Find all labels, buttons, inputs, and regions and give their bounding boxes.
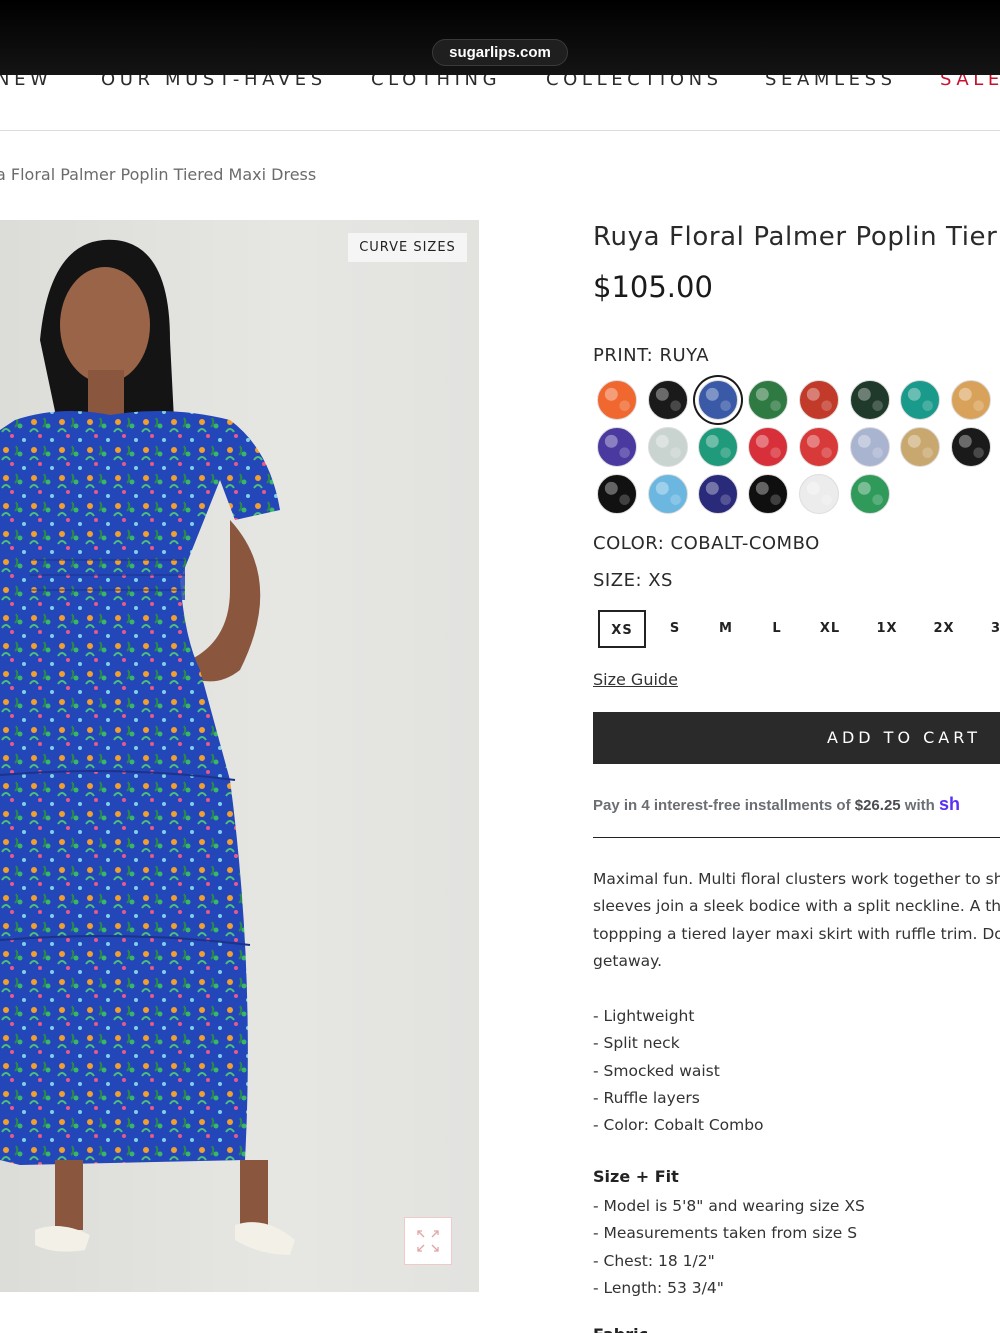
nav-item-collections[interactable]: COLLECTIONS: [546, 75, 723, 90]
print-swatch[interactable]: [597, 380, 637, 420]
description-line: Maximal fun. Multi floral clusters work …: [593, 870, 1000, 888]
size-option-m[interactable]: M: [702, 610, 750, 648]
expand-icon: [417, 1230, 439, 1252]
product-title: Ruya Floral Palmer Poplin Tier: [593, 222, 998, 252]
print-swatch[interactable]: [648, 380, 688, 420]
size-option-s[interactable]: S: [651, 610, 699, 648]
nav-item-new[interactable]: NEW: [0, 75, 52, 90]
print-swatch[interactable]: [850, 474, 890, 514]
browser-top-bar: sugarlips.com: [0, 0, 1000, 75]
print-swatch[interactable]: [951, 427, 991, 467]
print-swatch[interactable]: [850, 380, 890, 420]
nav-item-seamless[interactable]: SEAMLESS: [765, 75, 897, 90]
print-swatch[interactable]: [951, 380, 991, 420]
shoppay-logo[interactable]: sh: [939, 794, 960, 814]
color-label: COLOR: COBALT-COMBO: [593, 533, 820, 554]
print-swatch[interactable]: [900, 427, 940, 467]
size-fit-title: Size + Fit: [593, 1167, 679, 1186]
shoppay-installments: Pay in 4 interest-free installments of $…: [593, 794, 960, 815]
fabric-title: Fabric: [593, 1325, 648, 1333]
size-fit-item: - Chest: 18 1/2": [593, 1251, 715, 1270]
print-swatch[interactable]: [597, 474, 637, 514]
size-fit-item: - Length: 53 3/4": [593, 1278, 724, 1297]
size-option-1x[interactable]: 1X: [863, 610, 911, 648]
curve-sizes-badge: CURVE SIZES: [348, 233, 467, 262]
print-swatch[interactable]: [900, 380, 940, 420]
nav-item-clothing[interactable]: CLOTHING: [371, 75, 501, 90]
print-swatch[interactable]: [648, 427, 688, 467]
url-bar[interactable]: sugarlips.com: [432, 39, 568, 66]
print-swatch[interactable]: [748, 474, 788, 514]
feature-list: - Lightweight - Split neck - Smocked wai…: [593, 1003, 764, 1139]
size-option-3x[interactable]: 3: [972, 610, 1000, 648]
description-line: sleeves join a sleek bodice with a split…: [593, 897, 1000, 916]
print-swatch[interactable]: [698, 427, 738, 467]
product-image[interactable]: CURVE SIZES: [0, 220, 479, 1292]
add-to-cart-button[interactable]: ADD TO CART: [593, 712, 1000, 764]
print-swatch[interactable]: [698, 380, 738, 420]
size-fit-item: - Measurements taken from size S: [593, 1224, 858, 1243]
nav-item-sale[interactable]: SALE: [940, 75, 1000, 90]
print-swatch[interactable]: [748, 380, 788, 420]
description-line: getaway.: [593, 951, 663, 970]
print-swatch[interactable]: [648, 474, 688, 514]
size-option-2x[interactable]: 2X: [920, 610, 968, 648]
feature-item: - Color: Cobalt Combo: [593, 1116, 764, 1135]
shoppay-prefix: Pay in 4 interest-free installments of: [593, 797, 855, 814]
breadcrumb[interactable]: a Floral Palmer Poplin Tiered Maxi Dress: [0, 165, 316, 184]
print-swatch[interactable]: [799, 474, 839, 514]
divider: [593, 837, 1000, 838]
print-swatch[interactable]: [850, 427, 890, 467]
model-photo: [0, 239, 295, 1255]
feature-item: - Smocked waist: [593, 1061, 720, 1080]
size-label: SIZE: XS: [593, 570, 673, 591]
feature-item: - Split neck: [593, 1034, 680, 1053]
description-line: toppping a tiered layer maxi skirt with …: [593, 924, 1000, 943]
shoppay-amount: $26.25: [854, 797, 901, 814]
feature-item: - Lightweight: [593, 1007, 695, 1025]
product-description: Maximal fun. Multi floral clusters work …: [593, 866, 1000, 975]
print-swatch[interactable]: [799, 380, 839, 420]
size-option-xs[interactable]: XS: [598, 610, 646, 648]
print-swatch[interactable]: [799, 427, 839, 467]
feature-item: - Ruffle layers: [593, 1088, 700, 1107]
shoppay-mid: with: [900, 797, 939, 814]
size-option-xl[interactable]: XL: [806, 610, 854, 648]
print-swatch[interactable]: [597, 427, 637, 467]
main-nav: NEW OUR MUST-HAVES CLOTHING COLLECTIONS …: [0, 75, 1000, 131]
nav-item-must-haves[interactable]: OUR MUST-HAVES: [101, 75, 327, 90]
size-guide-link[interactable]: Size Guide: [593, 670, 678, 689]
size-fit-item: - Model is 5'8" and wearing size XS: [593, 1197, 865, 1215]
size-fit-list: - Model is 5'8" and wearing size XS - Me…: [593, 1193, 865, 1302]
print-swatch[interactable]: [748, 427, 788, 467]
product-price: $105.00: [593, 270, 713, 304]
expand-button[interactable]: [404, 1217, 452, 1265]
print-swatch[interactable]: [698, 474, 738, 514]
print-label: PRINT: RUYA: [593, 345, 710, 366]
size-option-l[interactable]: L: [753, 610, 801, 648]
